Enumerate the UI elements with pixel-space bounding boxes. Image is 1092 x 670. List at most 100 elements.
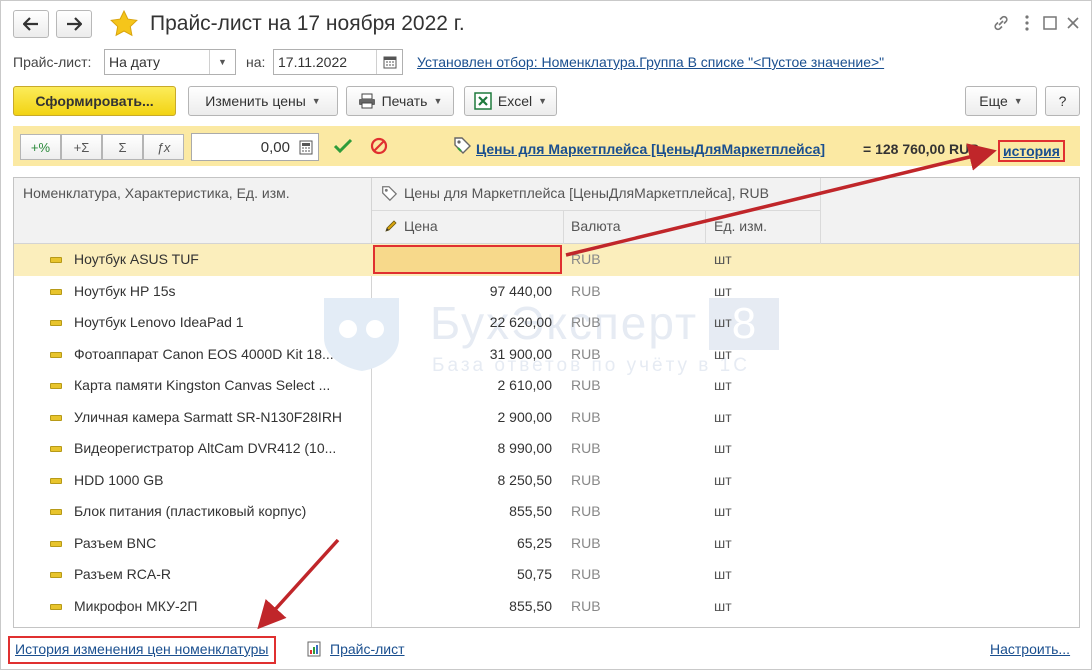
cell-price[interactable]: 65,25 — [372, 528, 552, 559]
close-icon[interactable] — [1062, 12, 1084, 34]
cell-name[interactable]: Разъем BNC — [74, 528, 364, 559]
table-row[interactable]: Карта памяти Kingston Canvas Select ... 2… — [14, 370, 1079, 402]
cell-price[interactable]: 2 900,00 — [372, 402, 553, 433]
cell-price[interactable]: 97 440,00 — [372, 276, 552, 307]
favorite-star-icon[interactable] — [109, 9, 139, 39]
table-row[interactable]: Микрофон МКУ-2П 855,50 RUB шт — [14, 591, 1079, 623]
excel-icon — [474, 92, 492, 110]
cell-currency[interactable]: RUB — [571, 402, 691, 433]
cell-unit[interactable]: шт — [714, 559, 814, 590]
cell-price[interactable]: 8 990,00 — [372, 433, 553, 464]
cell-unit[interactable]: шт — [714, 528, 814, 559]
cell-name[interactable]: Блок питания (пластиковый корпус) — [74, 496, 364, 527]
cell-unit[interactable]: шт — [714, 591, 814, 622]
table-row[interactable]: Фотоаппарат Canon EOS 4000D Kit 18... 31 … — [14, 339, 1079, 371]
selection-filter-link[interactable]: Установлен отбор: Номенклатура.Группа В … — [417, 54, 884, 70]
table-row[interactable]: HDD 1000 GB 8 250,50 RUB шт — [14, 465, 1079, 497]
generate-button[interactable]: Сформировать... — [13, 86, 176, 116]
table-row[interactable]: Ноутбук HP 15s 97 440,00 RUB шт — [14, 276, 1079, 308]
history-link[interactable]: история — [998, 140, 1065, 162]
cell-name[interactable]: Разъем RCA-R — [74, 559, 364, 590]
row-item-icon — [50, 509, 62, 515]
cell-currency[interactable]: RUB — [571, 591, 691, 622]
chevron-down-icon: ▼ — [538, 96, 548, 106]
price-history-link[interactable]: История изменения цен номенклатуры — [15, 641, 269, 657]
table-row[interactable]: Уличная камера Sarmatt SR-N130F28IRH 2 90… — [14, 402, 1079, 434]
cell-name[interactable]: Уличная камера Sarmatt SR-N130F28IRH — [74, 402, 364, 433]
cell-name[interactable]: Ноутбук HP 15s — [74, 276, 364, 307]
sum-button[interactable]: Σ — [102, 134, 143, 160]
cell-name[interactable]: Ноутбук Lenovo IdeaPad 1 — [74, 307, 364, 338]
cell-price[interactable]: 8 250,50 — [372, 465, 553, 496]
column-header-currency[interactable]: Валюта — [571, 218, 621, 234]
excel-button[interactable]: Excel ▼ — [464, 86, 557, 116]
cell-price[interactable]: 855,50 — [372, 591, 552, 622]
value-input[interactable]: 0,00 — [191, 133, 319, 161]
cancel-icon[interactable] — [370, 137, 388, 155]
cell-unit[interactable]: шт — [714, 307, 814, 338]
cell-name[interactable]: Фотоаппарат Canon EOS 4000D Kit 18... — [74, 339, 364, 370]
cell-unit[interactable]: шт — [714, 276, 814, 307]
date-value: 17.11.2022 — [278, 54, 348, 70]
price-type-link[interactable]: Цены для Маркетплейса [ЦеныДляМаркетплей… — [476, 141, 825, 157]
cell-currency[interactable]: RUB — [571, 307, 691, 338]
cell-unit[interactable]: шт — [714, 370, 814, 401]
pricelist-select[interactable]: На дату ▼ — [104, 49, 236, 75]
cell-price[interactable]: 855,50 — [372, 496, 552, 527]
cell-price[interactable]: 31 900,00 — [372, 339, 552, 370]
link-icon[interactable] — [990, 12, 1012, 34]
cell-unit[interactable]: шт — [714, 465, 814, 496]
cell-currency[interactable]: RUB — [571, 433, 691, 464]
more-button[interactable]: Еще ▼ — [965, 86, 1037, 116]
cell-price[interactable]: 2 610,00 — [372, 370, 553, 401]
cell-name[interactable]: Карта памяти Kingston Canvas Select ... — [74, 370, 364, 401]
table-row[interactable]: Ноутбук Lenovo IdeaPad 1 22 620,00 RUB шт — [14, 307, 1079, 339]
add-sum-button[interactable]: +Σ — [61, 134, 102, 160]
window-title: Прайс-лист на 17 ноября 2022 г. — [150, 12, 465, 35]
cell-name[interactable]: HDD 1000 GB — [74, 465, 364, 496]
price-tag-icon — [382, 186, 398, 202]
column-group-header[interactable]: Цены для Маркетплейса [ЦеныДляМаркетплей… — [404, 185, 769, 201]
pricelist-link[interactable]: Прайс-лист — [330, 641, 405, 657]
maximize-icon[interactable] — [1039, 12, 1061, 34]
table-row[interactable]: Блок питания (пластиковый корпус) 855,50 R… — [14, 496, 1079, 528]
cell-currency[interactable]: RUB — [571, 559, 691, 590]
formula-button[interactable]: ƒx — [143, 134, 184, 160]
checkmark-icon[interactable] — [333, 137, 353, 155]
more-vertical-icon[interactable] — [1016, 12, 1038, 34]
cell-currency[interactable]: RUB — [571, 496, 691, 527]
table-row[interactable]: Видеорегистратор AltCam DVR412 (10... 8 9… — [14, 433, 1079, 465]
change-prices-button[interactable]: Изменить цены ▼ — [188, 86, 338, 116]
cell-name[interactable]: Микрофон МКУ-2П — [74, 591, 364, 622]
cell-currency[interactable]: RUB — [571, 276, 691, 307]
column-header-price[interactable]: Цена — [404, 218, 438, 234]
cell-currency[interactable]: RUB — [571, 244, 691, 275]
cell-unit[interactable]: шт — [714, 496, 814, 527]
cell-unit[interactable]: шт — [714, 433, 814, 464]
settings-link[interactable]: Настроить... — [990, 641, 1070, 657]
cell-unit[interactable]: шт — [714, 244, 814, 275]
table-row[interactable]: Разъем RCA-R 50,75 RUB шт — [14, 559, 1079, 591]
cell-currency[interactable]: RUB — [571, 528, 691, 559]
calculator-icon[interactable] — [299, 140, 313, 155]
cell-currency[interactable]: RUB — [571, 370, 691, 401]
cell-unit[interactable]: шт — [714, 339, 814, 370]
cell-price[interactable]: 22 620,00 — [372, 307, 552, 338]
cell-currency[interactable]: RUB — [571, 465, 691, 496]
cell-price[interactable]: 50,75 — [372, 559, 552, 590]
table-row[interactable]: Разъем BNC 65,25 RUB шт — [14, 528, 1079, 560]
back-button[interactable] — [13, 10, 49, 38]
help-button[interactable]: ? — [1045, 86, 1080, 116]
cell-name[interactable]: Ноутбук ASUS TUF — [74, 244, 364, 275]
column-header-name[interactable]: Номенклатура, Характеристика, Ед. изм. — [23, 185, 290, 201]
cell-name[interactable]: Видеорегистратор AltCam DVR412 (10... — [74, 433, 364, 464]
column-header-unit[interactable]: Ед. изм. — [714, 218, 767, 234]
forward-button[interactable] — [56, 10, 92, 38]
date-field[interactable]: 17.11.2022 — [273, 49, 403, 75]
dropdown-button[interactable]: ▼ — [209, 50, 235, 74]
calendar-button[interactable] — [376, 50, 402, 74]
add-percent-button[interactable]: +% — [20, 134, 61, 160]
print-button[interactable]: Печать ▼ — [346, 86, 454, 116]
cell-currency[interactable]: RUB — [571, 339, 691, 370]
cell-unit[interactable]: шт — [714, 402, 814, 433]
